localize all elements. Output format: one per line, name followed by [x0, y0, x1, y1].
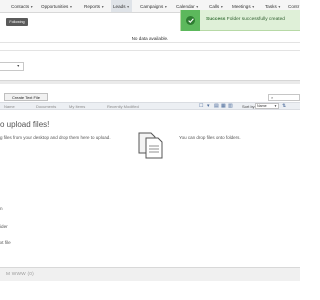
nav-item-reports[interactable]: Reports▼: [84, 0, 105, 12]
chevron-down-icon: ▼: [220, 5, 224, 9]
success-toast: Success Folder successfully created: [180, 10, 300, 31]
side-text-1: n: [0, 206, 3, 211]
footer-label: M WWW (0): [6, 272, 34, 277]
side-text-2: ider: [0, 224, 8, 229]
chevron-down-icon: ▼: [126, 5, 130, 9]
toast-icon-box: [181, 10, 200, 31]
chevron-down-icon: ▼: [101, 5, 105, 9]
file-list-header: Name Documents My Items Recently Modifie…: [0, 102, 300, 110]
drop-hint: You can drop files onto folders.: [179, 135, 241, 140]
select-all-icon[interactable]: ☐: [199, 103, 203, 109]
share-icon[interactable]: ▦: [221, 103, 226, 109]
delete-icon[interactable]: ▥: [228, 103, 233, 109]
following-tooltip: Following: [6, 18, 28, 26]
nav-item-contacts[interactable]: Contacts▼: [11, 0, 34, 12]
sort-by-select[interactable]: Name ▼: [255, 103, 279, 109]
divider: [0, 50, 300, 51]
column-documents[interactable]: Documents: [36, 104, 56, 109]
column-recently-modified[interactable]: Recently Modified: [107, 104, 139, 109]
divider: [0, 42, 300, 43]
toast-message: Success Folder successfully created: [206, 17, 285, 22]
chevron-down-icon: ▼: [69, 5, 73, 9]
search-icon: ⌕: [271, 95, 274, 100]
column-name[interactable]: Name: [4, 104, 15, 109]
filter-select[interactable]: ▼: [0, 62, 24, 71]
actions-icon[interactable]: ▾: [207, 103, 210, 109]
check-circle-icon: [186, 16, 195, 25]
chevron-down-icon: ▼: [274, 104, 277, 108]
chevron-down-icon: ▼: [164, 5, 168, 9]
chevron-down-icon: ▼: [195, 5, 199, 9]
upload-heading: o upload files!: [0, 120, 50, 129]
section-divider: [0, 80, 300, 84]
column-my-items[interactable]: My Items: [69, 104, 85, 109]
sort-direction-icon[interactable]: ⇅: [282, 103, 286, 109]
chevron-down-icon: ▼: [16, 64, 20, 68]
move-icon[interactable]: ▤: [214, 103, 219, 109]
side-text-3: xt file: [0, 240, 11, 245]
chevron-down-icon: ▼: [277, 5, 281, 9]
nav-item-campaigns[interactable]: Campaigns▼: [140, 0, 168, 12]
chevron-down-icon: ▼: [251, 5, 255, 9]
footer-bar: M WWW (0): [0, 267, 300, 281]
nav-item-opportunities[interactable]: Opportunities▼: [41, 0, 73, 12]
documents-icon: [137, 131, 167, 164]
chevron-down-icon: ▼: [30, 5, 34, 9]
create-text-file-button[interactable]: Create Text File: [4, 93, 48, 101]
no-data-message: No data available.: [131, 36, 169, 41]
nav-item-leads[interactable]: Leads▼: [111, 0, 132, 12]
search-input[interactable]: ⌕: [268, 94, 300, 101]
upload-instructions: g files from your desktop and drop them …: [0, 135, 111, 140]
sort-by-label: Sort by:: [242, 104, 256, 109]
